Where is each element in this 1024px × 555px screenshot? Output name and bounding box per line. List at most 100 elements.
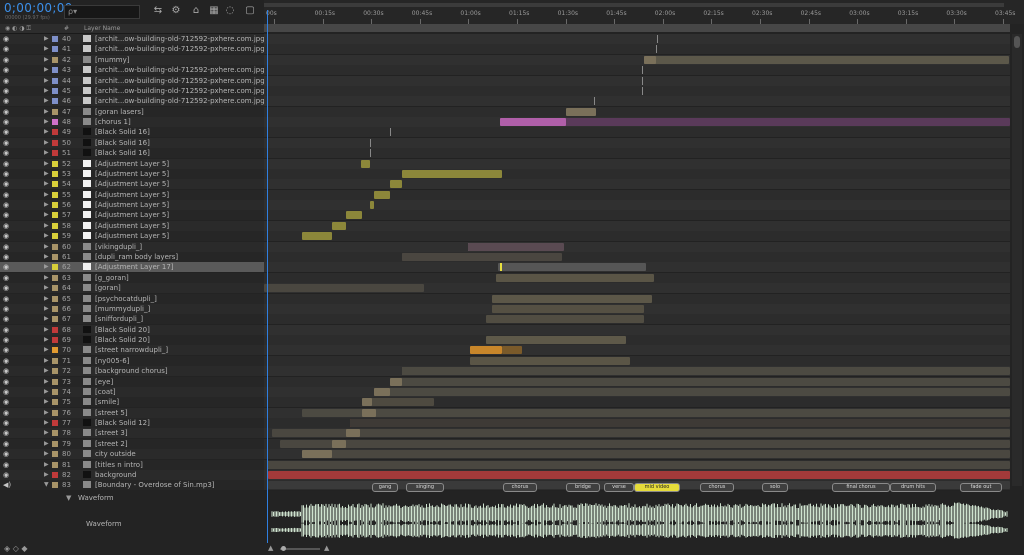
layer-row[interactable]: ◉ ▶ 56 [Adjustment Layer 5] [0, 200, 264, 210]
layer-name[interactable]: [background chorus] [95, 367, 168, 375]
expand-triangle-icon[interactable]: ▶ [44, 128, 49, 135]
expand-triangle-icon[interactable]: ▶ [44, 378, 49, 385]
keyframe-marker[interactable] [370, 149, 371, 157]
layer-row[interactable]: ◉ ▶ 60 [vikingdupli_] [0, 242, 264, 252]
expand-triangle-icon[interactable]: ▶ [44, 471, 49, 478]
composition-marker[interactable]: drum hits [890, 483, 936, 492]
layer-row[interactable]: ◉ ▶ 76 [street 5] [0, 408, 264, 418]
expand-triangle-icon[interactable]: ▶ [44, 326, 49, 333]
layer-name[interactable]: [Adjustment Layer 5] [95, 211, 169, 219]
layer-name[interactable]: [archit...ow-building-old-712592-pxhere.… [95, 97, 267, 105]
label-color-swatch[interactable] [52, 264, 58, 270]
layer-duration-bar[interactable] [332, 440, 346, 448]
layer-name[interactable]: [archit...ow-building-old-712592-pxhere.… [95, 35, 267, 43]
label-color-swatch[interactable] [52, 88, 58, 94]
expand-triangle-icon[interactable]: ▶ [44, 346, 49, 353]
layer-duration-bar[interactable] [402, 253, 562, 261]
layer-row[interactable]: ◉ ▶ 78 [street 3] [0, 428, 264, 438]
layer-row[interactable]: ◀) ▼ 83 [Boundary - Overdose of Sin.mp3] [0, 480, 264, 490]
layer-name[interactable]: [street 2] [95, 440, 128, 448]
layer-duration-bar[interactable] [500, 118, 566, 126]
label-color-swatch[interactable] [52, 337, 58, 343]
label-color-swatch[interactable] [52, 212, 58, 218]
work-area-bar[interactable] [264, 3, 1004, 7]
visibility-icon[interactable]: ◉ [3, 419, 9, 427]
expand-triangle-icon[interactable]: ▶ [44, 222, 49, 229]
layer-name[interactable]: [Adjustment Layer 5] [95, 191, 169, 199]
layer-duration-bar[interactable] [492, 295, 652, 303]
layer-row[interactable]: ◉ ▶ 66 [mummydupli_] [0, 304, 264, 314]
current-time-indicator[interactable] [267, 10, 268, 543]
layer-row[interactable]: ◉ ▶ 63 [g_goran] [0, 273, 264, 283]
visibility-icon[interactable]: ◉ [3, 367, 9, 375]
expand-triangle-icon[interactable]: ▶ [44, 243, 49, 250]
layer-name[interactable]: [vikingdupli_] [95, 243, 142, 251]
layer-name[interactable]: [street 5] [95, 409, 128, 417]
layer-name[interactable]: [archit...ow-building-old-712592-pxhere.… [95, 66, 267, 74]
label-color-swatch[interactable] [52, 150, 58, 156]
label-color-swatch[interactable] [52, 109, 58, 115]
layer-name[interactable]: [mummy] [95, 56, 130, 64]
layer-row[interactable]: ◉ ▶ 74 [coat] [0, 387, 264, 397]
zoom-in-icon[interactable]: ▲ [324, 544, 329, 552]
layer-name[interactable]: [Adjustment Layer 5] [95, 201, 169, 209]
visibility-icon[interactable]: ◉ [3, 253, 9, 261]
expand-triangle-icon[interactable]: ▶ [44, 409, 49, 416]
label-color-swatch[interactable] [52, 46, 58, 52]
composition-marker[interactable]: solo [762, 483, 788, 492]
expand-triangle-icon[interactable]: ▶ [44, 232, 49, 239]
label-color-swatch[interactable] [52, 202, 58, 208]
visibility-icon[interactable]: ◉ [3, 139, 9, 147]
label-color-swatch[interactable] [52, 285, 58, 291]
layer-duration-bar[interactable] [492, 305, 644, 313]
visibility-icon[interactable]: ◉ [3, 35, 9, 43]
layer-row[interactable]: ◉ ▶ 67 [sniffordupli_] [0, 314, 264, 324]
expand-triangle-icon[interactable]: ▶ [44, 66, 49, 73]
expand-triangle-icon[interactable]: ▶ [44, 139, 49, 146]
draft-3d-icon[interactable]: ⚙ [170, 5, 182, 17]
layer-row[interactable]: ◉ ▶ 58 [Adjustment Layer 5] [0, 221, 264, 231]
expand-triangle-icon[interactable]: ▶ [44, 211, 49, 218]
label-color-swatch[interactable] [52, 327, 58, 333]
zoom-slider[interactable] [280, 548, 320, 550]
layer-name[interactable]: [Adjustment Layer 5] [95, 222, 169, 230]
composition-marker[interactable]: bridge [566, 483, 600, 492]
label-color-swatch[interactable] [52, 36, 58, 42]
label-color-swatch[interactable] [52, 462, 58, 468]
visibility-icon[interactable]: ◉ [3, 191, 9, 199]
layer-duration-bar[interactable] [486, 315, 644, 323]
expand-triangle-icon[interactable]: ▶ [44, 45, 49, 52]
expand-triangle-icon[interactable]: ▶ [44, 284, 49, 291]
label-color-swatch[interactable] [52, 254, 58, 260]
layer-name[interactable]: [Black Solid 20] [95, 336, 150, 344]
layer-duration-bar[interactable] [302, 450, 1010, 458]
layer-row[interactable]: ◉ ▶ 41 [archit...ow-building-old-712592-pxh… [0, 44, 264, 54]
layer-row[interactable]: ◉ ▶ 69 [Black Solid 20] [0, 335, 264, 345]
label-color-swatch[interactable] [52, 389, 58, 395]
layer-duration-bar[interactable] [346, 211, 362, 219]
label-color-swatch[interactable] [52, 275, 58, 281]
label-color-swatch[interactable] [52, 379, 58, 385]
expand-triangle-icon[interactable]: ▼ [44, 481, 49, 488]
composition-marker[interactable]: singing [406, 483, 444, 492]
graph-editor-icon[interactable]: ▢ [244, 5, 256, 17]
visibility-icon[interactable]: ◉ [3, 108, 9, 116]
layer-duration-bar[interactable] [566, 108, 596, 116]
layer-duration-bar[interactable] [362, 398, 372, 406]
expand-triangle-icon[interactable]: ▶ [44, 367, 49, 374]
expand-triangle-icon[interactable]: ▶ [44, 56, 49, 63]
layer-duration-bar[interactable] [374, 191, 390, 199]
layer-duration-bar[interactable] [302, 450, 332, 458]
composition-marker[interactable]: gang [372, 483, 398, 492]
expand-triangle-icon[interactable]: ▶ [44, 149, 49, 156]
frame-blending-icon[interactable]: ▦ [208, 5, 220, 17]
label-color-swatch[interactable] [52, 129, 58, 135]
layer-row[interactable]: ◉ ▶ 68 [Black Solid 20] [0, 325, 264, 335]
visibility-icon[interactable]: ◉ [3, 295, 9, 303]
layer-duration-bar[interactable] [268, 461, 1010, 469]
layer-row[interactable]: ◉ ▶ 40 [archit...ow-building-old-712592-pxh… [0, 34, 264, 44]
label-color-swatch[interactable] [52, 410, 58, 416]
layer-duration-bar[interactable] [470, 346, 502, 354]
layer-row[interactable]: ◉ ▶ 62 [Adjustment Layer 17] [0, 262, 264, 272]
toggle-switches-icon[interactable]: ◈ ◇ ◆ [4, 544, 28, 553]
